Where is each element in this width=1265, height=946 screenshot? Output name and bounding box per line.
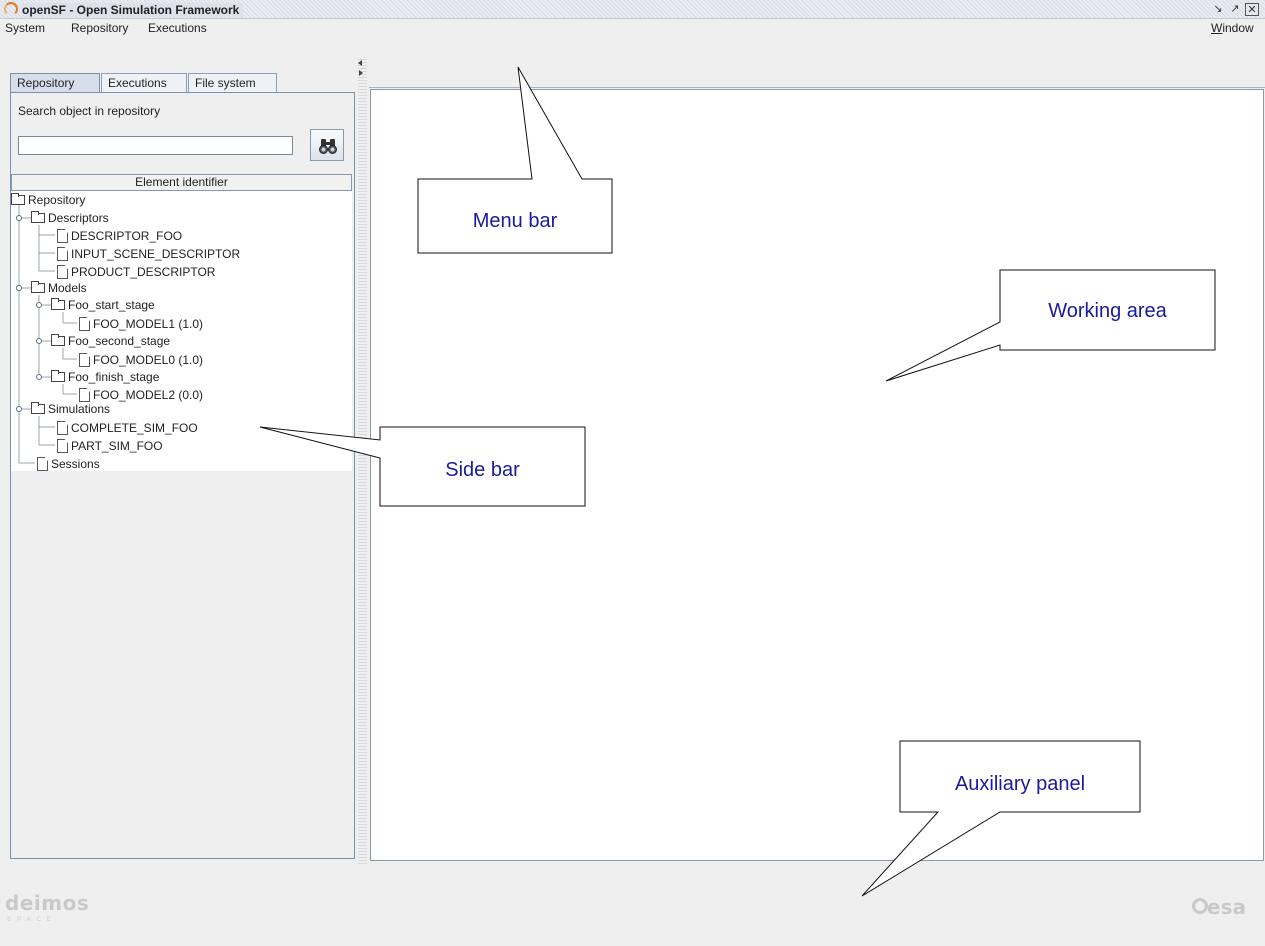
document-icon bbox=[57, 265, 68, 279]
tree-toggle-icon[interactable] bbox=[16, 215, 22, 221]
minimize-icon[interactable]: ↘ bbox=[1211, 3, 1225, 16]
menu-window[interactable]: Window bbox=[1211, 21, 1254, 35]
tree-node-label: FOO_MODEL1 (1.0) bbox=[93, 317, 204, 331]
tree-toggle-icon[interactable] bbox=[36, 374, 42, 380]
folder-icon bbox=[51, 370, 65, 382]
tree-node-descriptor[interactable]: DESCRIPTOR_FOO bbox=[57, 229, 183, 243]
tree-node-model[interactable]: FOO_MODEL0 (1.0) bbox=[79, 353, 204, 367]
callout-side-bar: Side bar bbox=[445, 459, 520, 481]
tree-node-label: COMPLETE_SIM_FOO bbox=[71, 421, 198, 435]
search-input[interactable] bbox=[18, 136, 293, 155]
element-identifier-header[interactable]: Element identifier bbox=[11, 174, 352, 191]
folder-icon bbox=[51, 334, 65, 346]
document-icon bbox=[79, 388, 90, 402]
app-icon bbox=[4, 2, 18, 16]
tree-node-label: FOO_MODEL0 (1.0) bbox=[93, 353, 204, 367]
document-icon bbox=[57, 247, 68, 261]
tree-node-label: Simulations bbox=[48, 402, 111, 416]
deimos-logo: deimos bbox=[5, 891, 90, 915]
tree-toggle-icon[interactable] bbox=[16, 406, 22, 412]
repository-tree: Repository Descriptors DESCRIPTOR_FOO IN… bbox=[11, 191, 352, 471]
folder-icon bbox=[31, 281, 45, 293]
menu-executions[interactable]: Executions bbox=[148, 21, 207, 35]
document-icon bbox=[79, 317, 90, 331]
folder-icon bbox=[31, 211, 45, 223]
folder-icon bbox=[11, 193, 25, 205]
tree-node-label: Foo_start_stage bbox=[68, 298, 155, 312]
search-label: Search object in repository bbox=[18, 104, 161, 118]
menu-window-label: Window bbox=[1211, 21, 1254, 35]
tree-node-stage[interactable]: Foo_second_stage bbox=[51, 334, 171, 348]
menu-repository[interactable]: Repository bbox=[71, 21, 128, 35]
document-icon bbox=[57, 229, 68, 243]
collapse-left-icon[interactable] bbox=[358, 60, 362, 66]
tree-node-simulation[interactable]: PART_SIM_FOO bbox=[57, 439, 163, 453]
tab-executions[interactable]: Executions bbox=[101, 73, 187, 92]
working-area-tabstrip bbox=[369, 58, 1265, 88]
tree-node-model[interactable]: FOO_MODEL1 (1.0) bbox=[79, 317, 204, 331]
tree-node-descriptor[interactable]: INPUT_SCENE_DESCRIPTOR bbox=[57, 247, 241, 261]
callout-menu-bar: Menu bar bbox=[472, 210, 558, 232]
tree-node-stage[interactable]: Foo_finish_stage bbox=[51, 370, 160, 384]
folder-icon bbox=[51, 298, 65, 310]
tree-node-label: Foo_finish_stage bbox=[68, 370, 160, 384]
callout-working-area: Working area bbox=[1048, 300, 1167, 322]
tree-node-descriptor[interactable]: PRODUCT_DESCRIPTOR bbox=[57, 265, 216, 279]
tab-file-system[interactable]: File system bbox=[188, 73, 277, 92]
document-icon bbox=[37, 457, 48, 471]
tree-node-label: DESCRIPTOR_FOO bbox=[71, 229, 183, 243]
search-button[interactable] bbox=[310, 129, 344, 161]
window-title: openSF - Open Simulation Framework bbox=[22, 3, 244, 17]
tree-node-label: INPUT_SCENE_DESCRIPTOR bbox=[71, 247, 241, 261]
close-icon[interactable]: ✕ bbox=[1245, 3, 1259, 16]
tree-node-label: Foo_second_stage bbox=[68, 334, 171, 348]
tree-node-label: Sessions bbox=[51, 457, 100, 471]
tree-node-label: Descriptors bbox=[48, 211, 109, 225]
tree-node-model[interactable]: FOO_MODEL2 (0.0) bbox=[79, 388, 204, 402]
document-icon bbox=[57, 439, 68, 453]
tree-node-simulation[interactable]: COMPLETE_SIM_FOO bbox=[57, 421, 198, 435]
esa-logo: esa bbox=[1207, 895, 1246, 919]
tree-node-stage[interactable]: Foo_start_stage bbox=[51, 298, 155, 312]
document-icon bbox=[57, 421, 68, 435]
tree-node-label: PART_SIM_FOO bbox=[71, 439, 163, 453]
collapse-right-icon[interactable] bbox=[359, 70, 363, 76]
tab-repository[interactable]: Repository bbox=[10, 73, 100, 92]
menu-system[interactable]: System bbox=[5, 21, 45, 35]
tree-toggle-icon[interactable] bbox=[36, 302, 42, 308]
tree-node-simulations[interactable]: Simulations bbox=[31, 402, 111, 416]
callout-auxiliary-panel: Auxiliary panel bbox=[954, 773, 1086, 795]
document-icon bbox=[79, 353, 90, 367]
panel-splitter[interactable] bbox=[358, 58, 367, 864]
maximize-icon[interactable]: ↗ bbox=[1228, 3, 1242, 16]
tree-node-label: Repository bbox=[28, 193, 86, 207]
tree-node-label: Models bbox=[48, 281, 87, 295]
deimos-logo-subtitle: SPACE bbox=[7, 917, 57, 923]
tree-node-descriptors[interactable]: Descriptors bbox=[31, 211, 109, 225]
folder-icon bbox=[31, 402, 45, 414]
tree-toggle-icon[interactable] bbox=[16, 285, 22, 291]
tree-node-models[interactable]: Models bbox=[31, 281, 87, 295]
tree-node-label: FOO_MODEL2 (0.0) bbox=[93, 388, 204, 402]
tree-node-sessions[interactable]: Sessions bbox=[37, 457, 100, 471]
tree-toggle-icon[interactable] bbox=[36, 338, 42, 344]
binoculars-icon bbox=[319, 139, 337, 154]
tree-node-repository[interactable]: Repository bbox=[11, 193, 86, 207]
tree-node-label: PRODUCT_DESCRIPTOR bbox=[71, 265, 216, 279]
